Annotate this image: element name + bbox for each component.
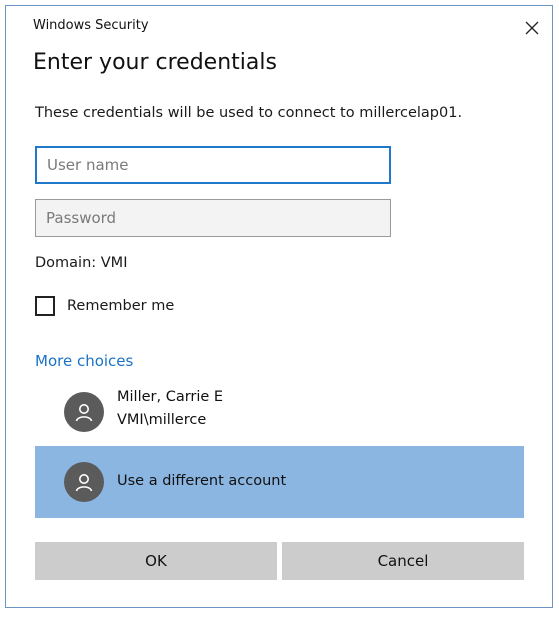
user-avatar-icon <box>64 392 104 432</box>
password-field[interactable] <box>35 199 391 237</box>
dialog-description: These credentials will be used to connec… <box>35 105 463 121</box>
window-title: Windows Security <box>33 18 149 33</box>
credentials-dialog: Windows Security Enter your credentials … <box>5 5 553 608</box>
account-name: Miller, Carrie E <box>117 389 224 405</box>
account-username: VMI\millerce <box>117 412 207 428</box>
remember-me-checkbox[interactable]: Remember me <box>35 296 174 316</box>
remember-me-label: Remember me <box>67 298 175 314</box>
username-field[interactable] <box>35 146 391 184</box>
ok-button[interactable]: OK <box>35 542 277 580</box>
dialog-heading: Enter your credentials <box>33 50 277 75</box>
domain-label: Domain: VMI <box>35 255 128 271</box>
account-name: Use a different account <box>117 473 287 489</box>
more-choices-link[interactable]: More choices <box>35 352 133 370</box>
close-icon <box>525 21 539 35</box>
close-button[interactable] <box>519 15 545 41</box>
user-avatar-icon <box>64 462 104 502</box>
account-option-different[interactable]: Use a different account <box>35 446 524 518</box>
account-option-miller[interactable]: Miller, Carrie E VMI\millerce <box>35 381 524 445</box>
cancel-button[interactable]: Cancel <box>282 542 524 580</box>
checkbox-box[interactable] <box>35 296 55 316</box>
